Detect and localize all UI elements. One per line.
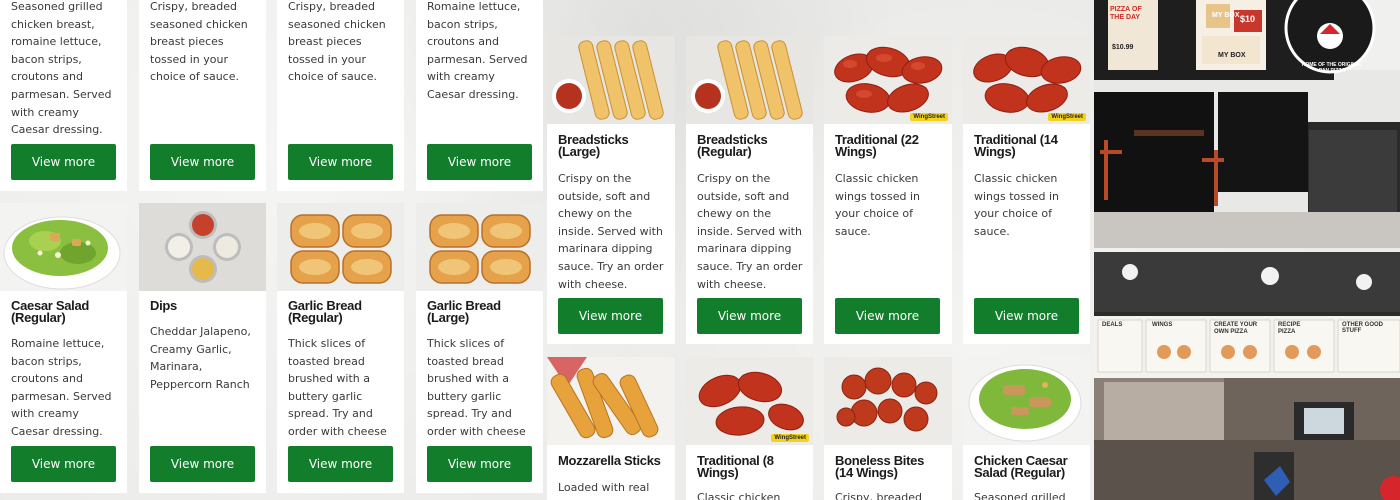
garlic-bread-image bbox=[277, 203, 404, 291]
menuboard-deals-label: DEALS bbox=[1102, 322, 1123, 328]
card-description: Crispy on the outside, soft and chewy on… bbox=[697, 172, 803, 291]
wings-image: WingStreet bbox=[824, 36, 952, 124]
view-more-button[interactable]: View more bbox=[835, 298, 940, 334]
card-description: Crispy, breaded seasoned chicken breast … bbox=[288, 0, 386, 84]
card-description: Loaded with real bbox=[558, 481, 650, 494]
card-title: Mozzarella Sticks bbox=[558, 453, 661, 468]
card-title: Boneless Bites (14 Wings) bbox=[835, 453, 925, 480]
card-title: Chicken Caesar Salad (Regular) bbox=[974, 453, 1068, 480]
card-description: Crispy, breaded bbox=[835, 491, 922, 500]
menu-card-boneless-b-top: Crispy, breaded seasoned chicken breast … bbox=[277, 0, 404, 191]
view-more-button[interactable]: View more bbox=[427, 446, 532, 482]
menuboard-create-your-own-label: CREATE YOUR OWN PIZZA bbox=[1214, 322, 1258, 335]
view-more-button[interactable]: View more bbox=[11, 446, 116, 482]
menu-card-boneless-a-top: Crispy, breaded seasoned chicken breast … bbox=[139, 0, 266, 191]
my-box-price: $10 bbox=[1240, 14, 1256, 24]
card-description: Crispy, breaded seasoned chicken breast … bbox=[150, 0, 248, 84]
view-more-button[interactable]: View more bbox=[150, 144, 255, 180]
menu-card-traditional-14[interactable]: WingStreet Traditional (14 Wings) Classi… bbox=[963, 36, 1090, 344]
view-more-button[interactable]: View more bbox=[558, 298, 663, 334]
card-description: Crispy on the outside, soft and chewy on… bbox=[558, 172, 664, 291]
pizza-hut-logo-text: HOME OF THE ORIGINAL PAN PIZZA bbox=[1301, 62, 1363, 74]
card-description: Romaine lettuce, bacon strips, croutons … bbox=[427, 0, 528, 101]
card-description: Thick slices of toasted bread brushed wi… bbox=[427, 337, 526, 438]
card-title: Breadsticks (Large) bbox=[558, 132, 629, 159]
card-title: Breadsticks (Regular) bbox=[697, 132, 768, 159]
card-description: Cheddar Jalapeno, Creamy Garlic, Marinar… bbox=[150, 325, 251, 391]
card-description: Classic chicken wings bbox=[697, 491, 781, 500]
menuboard-other-good-stuff-label: OTHER GOOD STUFF bbox=[1342, 322, 1384, 334]
view-more-button[interactable]: View more bbox=[150, 446, 255, 482]
card-description: Thick slices of toasted bread brushed wi… bbox=[288, 337, 387, 438]
breadsticks-image bbox=[547, 36, 675, 124]
wingstreet-logo-badge: WingStreet bbox=[910, 113, 948, 121]
menuboard-wings-label: WINGS bbox=[1152, 322, 1173, 328]
mozzarella-sticks-image bbox=[547, 357, 675, 445]
breadsticks-image bbox=[686, 36, 813, 124]
my-box-sign-b: MY BOX bbox=[1218, 52, 1246, 59]
wingstreet-logo-badge: WingStreet bbox=[771, 434, 809, 442]
menu-card-chicken-caesar-top: Seasoned grilled chicken breast, romaine… bbox=[0, 0, 127, 191]
garlic-bread-image bbox=[416, 203, 543, 291]
menu-card-chicken-caesar-regular[interactable]: Chicken Caesar Salad (Regular) Seasoned … bbox=[963, 357, 1090, 500]
caesar-salad-image bbox=[0, 203, 127, 291]
card-title: Traditional (22 Wings) bbox=[835, 132, 919, 159]
menu-card-garlic-bread-large[interactable]: Garlic Bread (Large) Thick slices of toa… bbox=[416, 203, 543, 493]
my-box-sign-a: MY BOX bbox=[1212, 12, 1240, 19]
menu-card-traditional-22[interactable]: WingStreet Traditional (22 Wings) Classi… bbox=[824, 36, 952, 344]
card-description: Seasoned grilled chicken breast, romaine… bbox=[11, 0, 112, 137]
card-title: Garlic Bread (Regular) bbox=[288, 298, 362, 325]
pizza-of-the-day-sign: PIZZA OF THE DAY bbox=[1110, 6, 1142, 21]
menu-card-traditional-8[interactable]: WingStreet Traditional (8 Wings) Classic… bbox=[686, 357, 813, 500]
menuboard-photo: DEALS WINGS CREATE YOUR OWN PIZZA RECIPE… bbox=[1094, 252, 1400, 500]
card-title: Traditional (8 Wings) bbox=[697, 453, 774, 480]
view-more-button[interactable]: View more bbox=[974, 298, 1079, 334]
dips-image bbox=[139, 203, 266, 291]
view-more-button[interactable]: View more bbox=[427, 144, 532, 180]
card-title: Traditional (14 Wings) bbox=[974, 132, 1058, 159]
menu-card-garlic-bread-regular[interactable]: Garlic Bread (Regular) Thick slices of t… bbox=[277, 203, 404, 493]
wings-image: WingStreet bbox=[686, 357, 813, 445]
menu-card-breadsticks-regular[interactable]: Breadsticks (Regular) Crispy on the outs… bbox=[686, 36, 813, 344]
chicken-caesar-image bbox=[963, 357, 1090, 445]
boneless-bites-image bbox=[824, 357, 952, 445]
menu-card-breadsticks-large[interactable]: Breadsticks (Large) Crispy on the outsid… bbox=[547, 36, 675, 344]
menu-card-caesar-large-top: Romaine lettuce, bacon strips, croutons … bbox=[416, 0, 543, 191]
view-more-button[interactable]: View more bbox=[288, 446, 393, 482]
menu-card-boneless-bites-14[interactable]: Boneless Bites (14 Wings) Crispy, breade… bbox=[824, 357, 952, 500]
wings-image: WingStreet bbox=[963, 36, 1090, 124]
menuboard-recipe-pizza-label: RECIPE PIZZA bbox=[1278, 322, 1301, 335]
storefront-photo: PIZZA OF THE DAY $10.99 MY BOX $10 MY BO… bbox=[1094, 0, 1400, 248]
card-title: Dips bbox=[150, 298, 177, 313]
menu-card-caesar-salad-regular[interactable]: Caesar Salad (Regular) Romaine lettuce, … bbox=[0, 203, 127, 493]
card-description: Classic chicken wings tossed in your cho… bbox=[974, 172, 1060, 238]
card-description: Romaine lettuce, bacon strips, croutons … bbox=[11, 337, 112, 438]
menu-card-mozzarella-sticks[interactable]: Mozzarella Sticks Loaded with real bbox=[547, 357, 675, 500]
card-title: Caesar Salad (Regular) bbox=[11, 298, 90, 325]
view-more-button[interactable]: View more bbox=[288, 144, 393, 180]
menu-card-dips[interactable]: Dips Cheddar Jalapeno, Creamy Garlic, Ma… bbox=[139, 203, 266, 493]
wingstreet-logo-badge: WingStreet bbox=[1048, 113, 1086, 121]
view-more-button[interactable]: View more bbox=[697, 298, 802, 334]
view-more-button[interactable]: View more bbox=[11, 144, 116, 180]
card-title: Garlic Bread (Large) bbox=[427, 298, 501, 325]
price-sign: $10.99 bbox=[1112, 44, 1134, 51]
card-description: Classic chicken wings tossed in your cho… bbox=[835, 172, 921, 238]
card-description: Seasoned grilled bbox=[974, 491, 1066, 500]
